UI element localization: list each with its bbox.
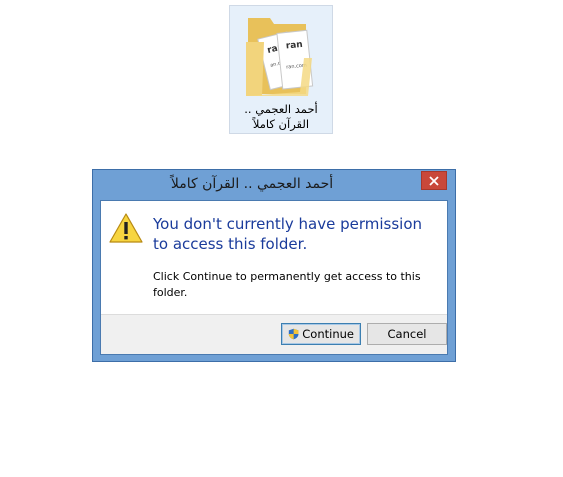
dialog-footer: Continue Cancel [101,314,447,354]
uac-shield-icon [288,328,299,340]
folder-label-line2: القرآن كاملاً [252,117,310,131]
close-icon [429,175,439,186]
warning-icon [109,213,143,243]
folder-icon: ran an.com ran ran.com [246,18,314,96]
dialog-title-bar[interactable]: أحمد العجمي .. القرآن كاملاً [93,170,455,200]
continue-button-label: Continue [302,327,354,341]
main-instruction: You don't currently have permission to a… [153,215,423,253]
folder-label-line1: أحمد العجمي .. [244,102,318,116]
content-text: Click Continue to permanently get access… [153,270,421,299]
cancel-button[interactable]: Cancel [367,323,447,345]
folder-label: أحمد العجمي .. القرآن كاملاً [230,102,332,132]
permission-dialog: أحمد العجمي .. القرآن كاملاً You don't c… [92,169,456,362]
dialog-title: أحمد العجمي .. القرآن كاملاً [170,176,334,192]
continue-button[interactable]: Continue [281,323,361,345]
dialog-body: You don't currently have permission to a… [100,200,448,355]
folder-item[interactable]: ran an.com ran ran.com أحمد العجمي .. ال… [229,5,333,134]
svg-text:ran: ran [285,40,303,52]
cancel-button-label: Cancel [387,327,427,341]
close-button[interactable] [421,171,447,190]
